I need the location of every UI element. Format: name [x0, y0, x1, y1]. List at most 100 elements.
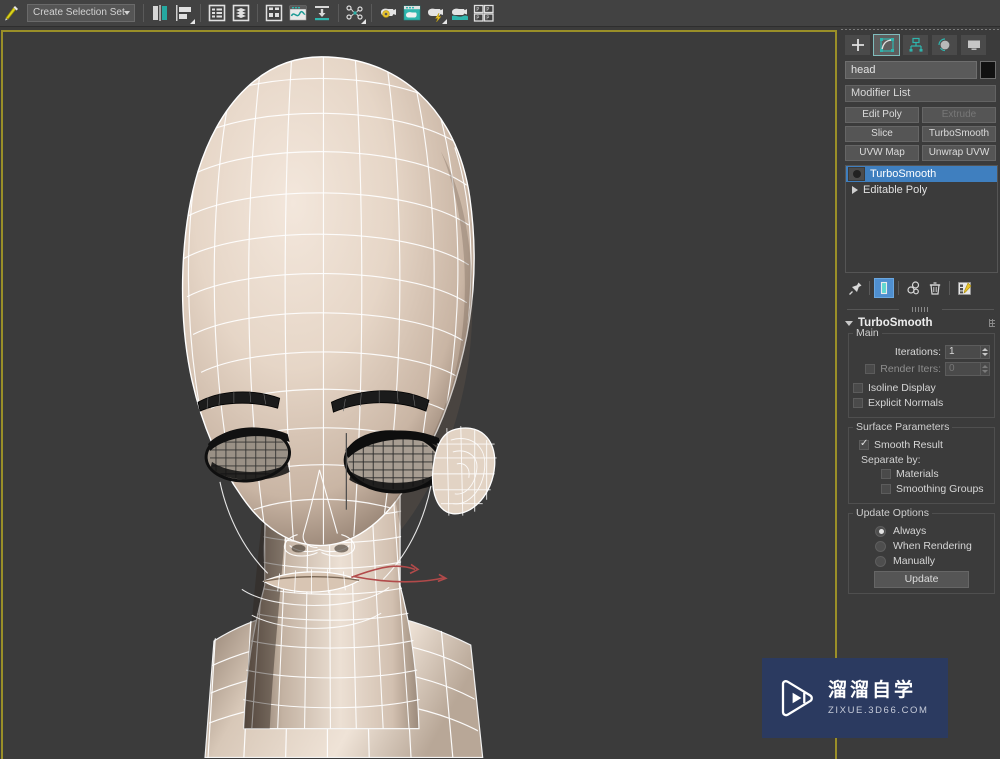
- object-name-input[interactable]: head: [845, 61, 977, 79]
- grip-handle-icon[interactable]: [911, 307, 930, 312]
- iterations-label: Iterations:: [894, 346, 941, 358]
- create-tab[interactable]: [844, 34, 871, 56]
- materials-label: Materials: [896, 468, 939, 480]
- update-option-manually[interactable]: Manually: [853, 555, 990, 567]
- toolbar-divider: [869, 281, 870, 295]
- model-right-eye: [343, 430, 443, 494]
- display-tab[interactable]: [960, 34, 987, 56]
- create-selection-set-input[interactable]: Create Selection Set: [27, 4, 135, 22]
- modifier-list-dropdown[interactable]: Modifier List: [845, 85, 996, 102]
- svg-text:P: P: [476, 16, 479, 22]
- modifier-stack-item-turbosmooth[interactable]: TurboSmooth: [846, 166, 997, 182]
- toolbar-divider: [143, 4, 144, 22]
- smoothing-groups-checkbox[interactable]: [881, 484, 891, 494]
- modifier-button-turbosmooth[interactable]: TurboSmooth: [922, 126, 996, 142]
- iterations-field[interactable]: 1: [945, 345, 981, 359]
- watermark-english: ZIXUE.3D66.COM: [828, 705, 929, 716]
- explicit-normals-checkbox[interactable]: [853, 398, 863, 408]
- smoothing-groups-row[interactable]: Smoothing Groups: [853, 483, 990, 495]
- light-bulb-icon[interactable]: [848, 167, 865, 181]
- modifier-stack-item-editable-poly[interactable]: Editable Poly: [846, 182, 997, 198]
- update-option-always-label: Always: [893, 525, 927, 537]
- smooth-result-row[interactable]: Smooth Result: [853, 438, 990, 451]
- svg-text:P: P: [486, 7, 489, 13]
- update-option-always[interactable]: Always: [853, 525, 990, 537]
- explicit-normals-row[interactable]: Explicit Normals: [853, 397, 990, 409]
- perspective-viewport[interactable]: [1, 30, 837, 759]
- command-panel: head Modifier List Edit Poly Extrude Sli…: [841, 27, 1000, 759]
- materials-checkbox[interactable]: [881, 469, 891, 479]
- toolbar-divider: [898, 281, 899, 295]
- chevron-down-icon[interactable]: [845, 320, 853, 326]
- modifier-stack[interactable]: TurboSmooth Editable Poly: [845, 165, 998, 273]
- rendered-frame-window-icon[interactable]: [401, 2, 423, 24]
- modifier-button-unwrap-uvw[interactable]: Unwrap UVW: [922, 145, 996, 161]
- render-to-texture-icon[interactable]: P P P P: [473, 2, 495, 24]
- update-button[interactable]: Update: [874, 571, 969, 588]
- watermark-chinese: 溜溜自学: [828, 680, 917, 701]
- toolbar-divider: [371, 4, 372, 22]
- main-toolbar: Create Selection Set P P P P: [0, 0, 1000, 27]
- compact-material-editor-icon[interactable]: [263, 2, 285, 24]
- materials-row[interactable]: Materials: [853, 468, 990, 480]
- quick-render-icon[interactable]: [425, 2, 447, 24]
- isoline-display-checkbox[interactable]: [853, 383, 863, 393]
- render-iters-row: Render Iters: 0: [853, 362, 990, 376]
- isoline-display-row[interactable]: Isoline Display: [853, 382, 990, 394]
- chevron-down-icon[interactable]: [124, 11, 130, 15]
- radio-manually-icon[interactable]: [875, 555, 886, 567]
- named-selection-sets-icon[interactable]: [1, 2, 23, 24]
- render-iters-checkbox[interactable]: [865, 364, 876, 374]
- modifier-button-uvw-map[interactable]: UVW Map: [845, 145, 919, 161]
- update-option-when-rendering-label: When Rendering: [893, 540, 972, 552]
- main-group: Main Iterations: 1 Render Iters: 0 Isoli…: [848, 327, 995, 418]
- remove-modifier-icon[interactable]: [925, 278, 945, 298]
- explicit-normals-label: Explicit Normals: [868, 397, 944, 409]
- application-window: Create Selection Set P P P P head Modifi…: [0, 0, 1000, 759]
- separate-by-label: Separate by:: [861, 454, 921, 466]
- radio-when-rendering-icon[interactable]: [875, 540, 886, 552]
- smooth-result-checkbox[interactable]: [859, 438, 869, 450]
- modifier-button-row: UVW Map Unwrap UVW: [845, 145, 996, 161]
- update-option-when-rendering[interactable]: When Rendering: [853, 540, 990, 552]
- hierarchy-tab[interactable]: [902, 34, 929, 56]
- watermark-overlay: 溜溜自学 ZIXUE.3D66.COM: [762, 658, 948, 738]
- motion-tab[interactable]: [931, 34, 958, 56]
- toolbar-divider: [257, 4, 258, 22]
- iterations-spinner[interactable]: [981, 345, 990, 359]
- toolbar-divider: [338, 4, 339, 22]
- mirror-icon[interactable]: [149, 2, 171, 24]
- radio-always-icon[interactable]: [875, 525, 886, 537]
- modifier-button-extrude[interactable]: Extrude: [922, 107, 996, 123]
- make-unique-icon[interactable]: [903, 278, 923, 298]
- rollout-grip-icon: [989, 319, 995, 327]
- modifier-stack-item-label: TurboSmooth: [870, 168, 937, 180]
- schematic-view-icon[interactable]: [344, 2, 366, 24]
- object-color-swatch[interactable]: [980, 61, 996, 79]
- configure-modifier-sets-icon[interactable]: [954, 278, 974, 298]
- modifier-stack-item-label: Editable Poly: [863, 184, 928, 196]
- manage-layers-icon[interactable]: [230, 2, 252, 24]
- align-icon[interactable]: [173, 2, 195, 24]
- render-iterative-icon[interactable]: [449, 2, 471, 24]
- render-iters-spinner[interactable]: [981, 362, 990, 376]
- viewport-3d-model[interactable]: [3, 32, 835, 758]
- curve-editor-icon[interactable]: [287, 2, 309, 24]
- render-production-icon[interactable]: [377, 2, 399, 24]
- render-setup-icon[interactable]: [311, 2, 333, 24]
- viewport-container: [0, 27, 840, 759]
- modifier-button-edit-poly[interactable]: Edit Poly: [845, 107, 919, 123]
- svg-text:P: P: [486, 16, 489, 22]
- pin-stack-icon[interactable]: [845, 278, 865, 298]
- surface-parameters-group: Surface Parameters Smooth Result Separat…: [848, 421, 995, 504]
- render-iters-field[interactable]: 0: [945, 362, 981, 376]
- svg-text:P: P: [476, 7, 479, 13]
- modify-tab[interactable]: [873, 34, 900, 56]
- rollout-divider[interactable]: [847, 306, 994, 313]
- show-end-result-icon[interactable]: [874, 278, 894, 298]
- expand-arrow-icon[interactable]: [848, 186, 861, 194]
- flyout-indicator: [442, 19, 447, 24]
- layer-explorer-icon[interactable]: [206, 2, 228, 24]
- modifier-button-slice[interactable]: Slice: [845, 126, 919, 142]
- surface-parameters-group-title: Surface Parameters: [853, 421, 953, 433]
